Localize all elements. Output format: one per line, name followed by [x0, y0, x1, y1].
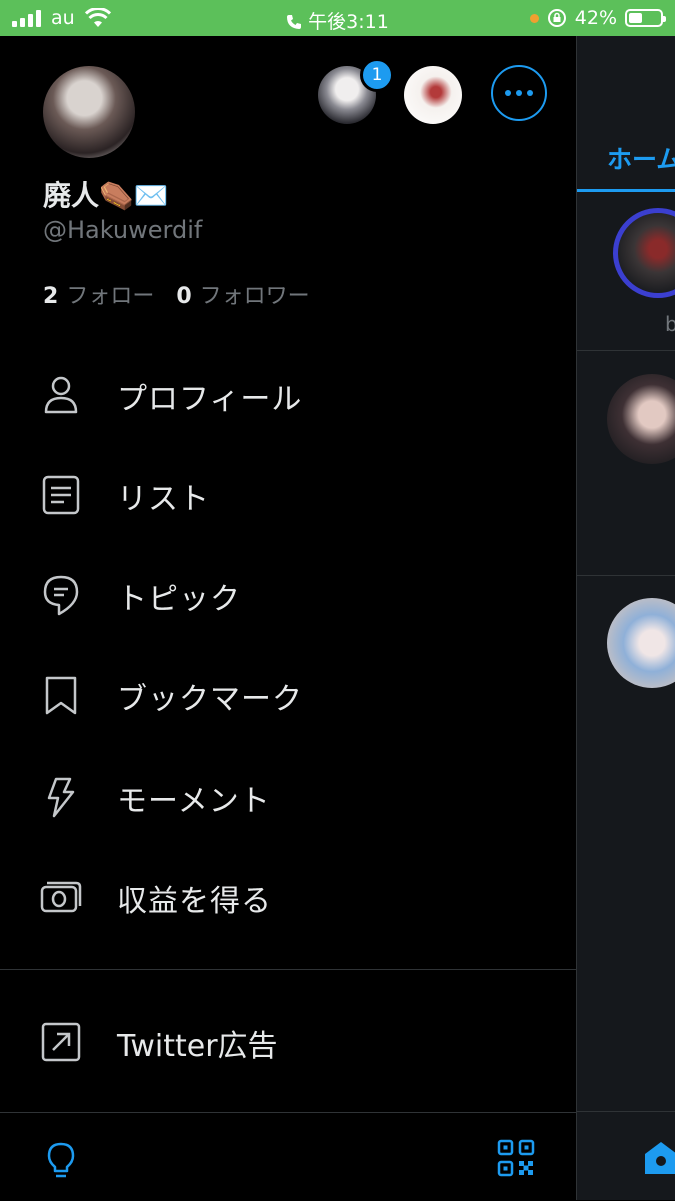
- following-label: フォロー: [66, 284, 155, 309]
- bookmark-icon: [45, 676, 77, 715]
- external-arrow-icon: [41, 1022, 81, 1062]
- notification-badge: 1: [360, 58, 394, 92]
- tweet-author-avatar[interactable]: [607, 598, 675, 688]
- list-icon: [42, 475, 80, 515]
- followers-link[interactable]: 0 フォロワー: [176, 284, 309, 309]
- timeline-divider: [577, 350, 675, 351]
- clock: 午後3:11: [308, 11, 389, 33]
- follow-stats: 2 フォロー 0 フォロワー: [43, 278, 310, 310]
- profile-handle: @Hakuwerdif: [43, 216, 203, 244]
- menu-item-moments[interactable]: モーメント: [0, 746, 576, 846]
- menu-item-label: リスト: [117, 482, 210, 517]
- menu-item-lists[interactable]: リスト: [0, 444, 576, 544]
- account-switch-avatar[interactable]: [404, 66, 462, 124]
- home-timeline-peek: ホーム b: [576, 36, 675, 1200]
- tweet-author-avatar[interactable]: [607, 374, 675, 464]
- more-accounts-button[interactable]: [491, 65, 547, 121]
- fleet-avatar[interactable]: [613, 208, 675, 298]
- money-icon: [40, 881, 82, 913]
- battery-percent: 42%: [574, 7, 617, 29]
- lightbulb-icon[interactable]: [44, 1141, 78, 1181]
- side-drawer: 1 廃人⚰️✉️ @Hakuwerdif 2 フォロー 0 フォロワー プロフィール …: [0, 36, 576, 1200]
- status-bar: au 午後3:11 42%: [0, 0, 675, 36]
- menu-item-profile[interactable]: プロフィール: [0, 344, 576, 444]
- tab-home[interactable]: ホーム: [607, 140, 675, 176]
- following-link[interactable]: 2 フォロー: [43, 284, 154, 309]
- menu-item-label: ブックマーク: [117, 682, 303, 717]
- person-icon: [44, 376, 78, 414]
- more-dots-icon: [505, 90, 511, 96]
- timeline-divider: [577, 575, 675, 576]
- lightning-icon: [47, 777, 75, 818]
- menu-item-label: モーメント: [117, 784, 271, 819]
- active-tab-indicator: [577, 189, 675, 192]
- profile-display-name: 廃人⚰️✉️: [43, 179, 169, 212]
- followers-count: 0: [176, 284, 192, 309]
- topic-icon: [43, 575, 79, 616]
- following-count: 2: [43, 284, 59, 309]
- home-icon[interactable]: [643, 1140, 675, 1176]
- menu-item-bookmarks[interactable]: ブックマーク: [0, 644, 576, 744]
- drawer-bottom-bar: [0, 1112, 576, 1201]
- menu-item-label: プロフィール: [117, 382, 303, 417]
- menu-divider: [0, 969, 576, 970]
- menu-item-twitter-ads[interactable]: Twitter広告: [0, 991, 576, 1091]
- tab-bar-divider: [577, 1111, 675, 1112]
- menu-item-label: Twitter広告: [117, 1029, 278, 1064]
- menu-item-monetization[interactable]: 収益を得る: [0, 846, 576, 946]
- profile-avatar[interactable]: [43, 66, 135, 158]
- qr-code-icon[interactable]: [497, 1139, 535, 1177]
- menu-item-label: 収益を得る: [117, 884, 272, 919]
- recording-indicator: [529, 13, 539, 23]
- rotation-lock-icon: [547, 9, 566, 27]
- timeline-header: ホーム: [577, 36, 675, 192]
- followers-label: フォロワー: [199, 284, 310, 309]
- menu-item-label: トピック: [117, 582, 241, 617]
- phone-icon: [287, 15, 302, 29]
- battery-icon: [625, 9, 666, 27]
- menu-item-topics[interactable]: トピック: [0, 544, 576, 644]
- fleet-username: b: [665, 312, 675, 336]
